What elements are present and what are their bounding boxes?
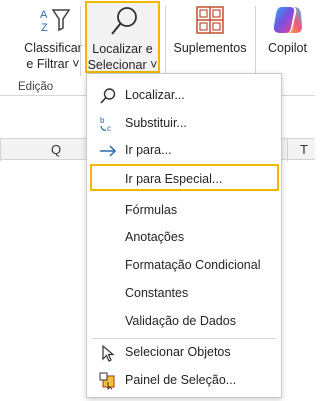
ribbon-separator xyxy=(80,6,81,76)
find-select-label-2: Selecionar xyxy=(87,58,147,72)
menu-item-select-objects[interactable]: Selecionar Objetos xyxy=(87,339,281,366)
menu-item-replace[interactable]: b c Substituir... xyxy=(87,110,281,137)
arrow-right-icon xyxy=(100,145,117,157)
copilot-button[interactable]: Copilot xyxy=(260,0,315,82)
replace-icon: b c xyxy=(100,116,111,133)
menu-item-go-to-special[interactable]: Ir para Especial... xyxy=(90,164,279,191)
find-select-label-1: Localizar e xyxy=(92,42,153,56)
menu-item-go-to[interactable]: Ir para... xyxy=(87,137,281,164)
menu-item-label: Formatação Condicional xyxy=(125,258,261,272)
ribbon-separator xyxy=(255,6,256,76)
menu-item-find[interactable]: Localizar... xyxy=(87,82,281,109)
selection-pane-icon xyxy=(99,372,115,390)
column-header-t[interactable]: T xyxy=(300,142,308,157)
addins-button[interactable]: Suplementos xyxy=(170,0,250,82)
menu-item-data-validation[interactable]: Validação de Dados xyxy=(87,308,281,335)
magnifier-icon xyxy=(100,88,116,104)
cursor-icon xyxy=(102,344,115,362)
svg-text:c: c xyxy=(107,124,111,133)
menu-item-label: Ir para Especial... xyxy=(125,172,223,186)
svg-text:Z: Z xyxy=(41,22,48,34)
menu-item-formulas[interactable]: Fórmulas xyxy=(87,197,281,224)
menu-item-label: Substituir... xyxy=(125,116,187,130)
copilot-label: Copilot xyxy=(268,41,307,55)
column-header-q[interactable]: Q xyxy=(51,142,61,157)
sort-filter-icon: A Z xyxy=(40,9,71,34)
group-label-editing: Edição xyxy=(18,81,54,93)
sort-filter-label-1: Classificar xyxy=(24,41,82,55)
menu-item-constants[interactable]: Constantes xyxy=(87,280,281,307)
sort-filter-label-2: e Filtrar xyxy=(26,57,69,71)
addins-label: Suplementos xyxy=(173,41,247,55)
chevron-down-icon: ˅ xyxy=(150,58,158,72)
menu-item-label: Constantes xyxy=(125,286,189,300)
copilot-icon xyxy=(273,7,302,33)
menu-item-notes[interactable]: Anotações xyxy=(87,224,281,251)
find-select-menu: Localizar... b c Substituir... Ir para..… xyxy=(86,73,282,398)
menu-item-label: Localizar... xyxy=(125,88,185,102)
menu-item-label: Painel de Seleção... xyxy=(125,373,237,387)
menu-item-label: Fórmulas xyxy=(125,203,178,217)
column-divider xyxy=(0,139,1,161)
menu-item-label: Selecionar Objetos xyxy=(125,345,231,359)
addins-grid-icon xyxy=(196,6,224,34)
column-divider xyxy=(287,139,288,161)
magnifier-icon xyxy=(111,7,137,35)
menu-item-label: Anotações xyxy=(125,230,185,244)
menu-item-label: Validação de Dados xyxy=(125,314,236,328)
chevron-down-icon: ˅ xyxy=(72,57,80,71)
ribbon-separator xyxy=(165,6,166,76)
sort-filter-button[interactable]: A Z Classificar e Filtrar ˅ xyxy=(22,0,84,82)
svg-text:A: A xyxy=(40,9,48,21)
menu-item-selection-pane[interactable]: Painel de Seleção... xyxy=(87,367,281,394)
svg-text:b: b xyxy=(100,116,105,125)
find-select-button[interactable]: Localizar e Selecionar ˅ xyxy=(85,1,160,73)
menu-item-label: Ir para... xyxy=(125,143,172,157)
menu-item-conditional-formatting[interactable]: Formatação Condicional xyxy=(87,252,281,279)
